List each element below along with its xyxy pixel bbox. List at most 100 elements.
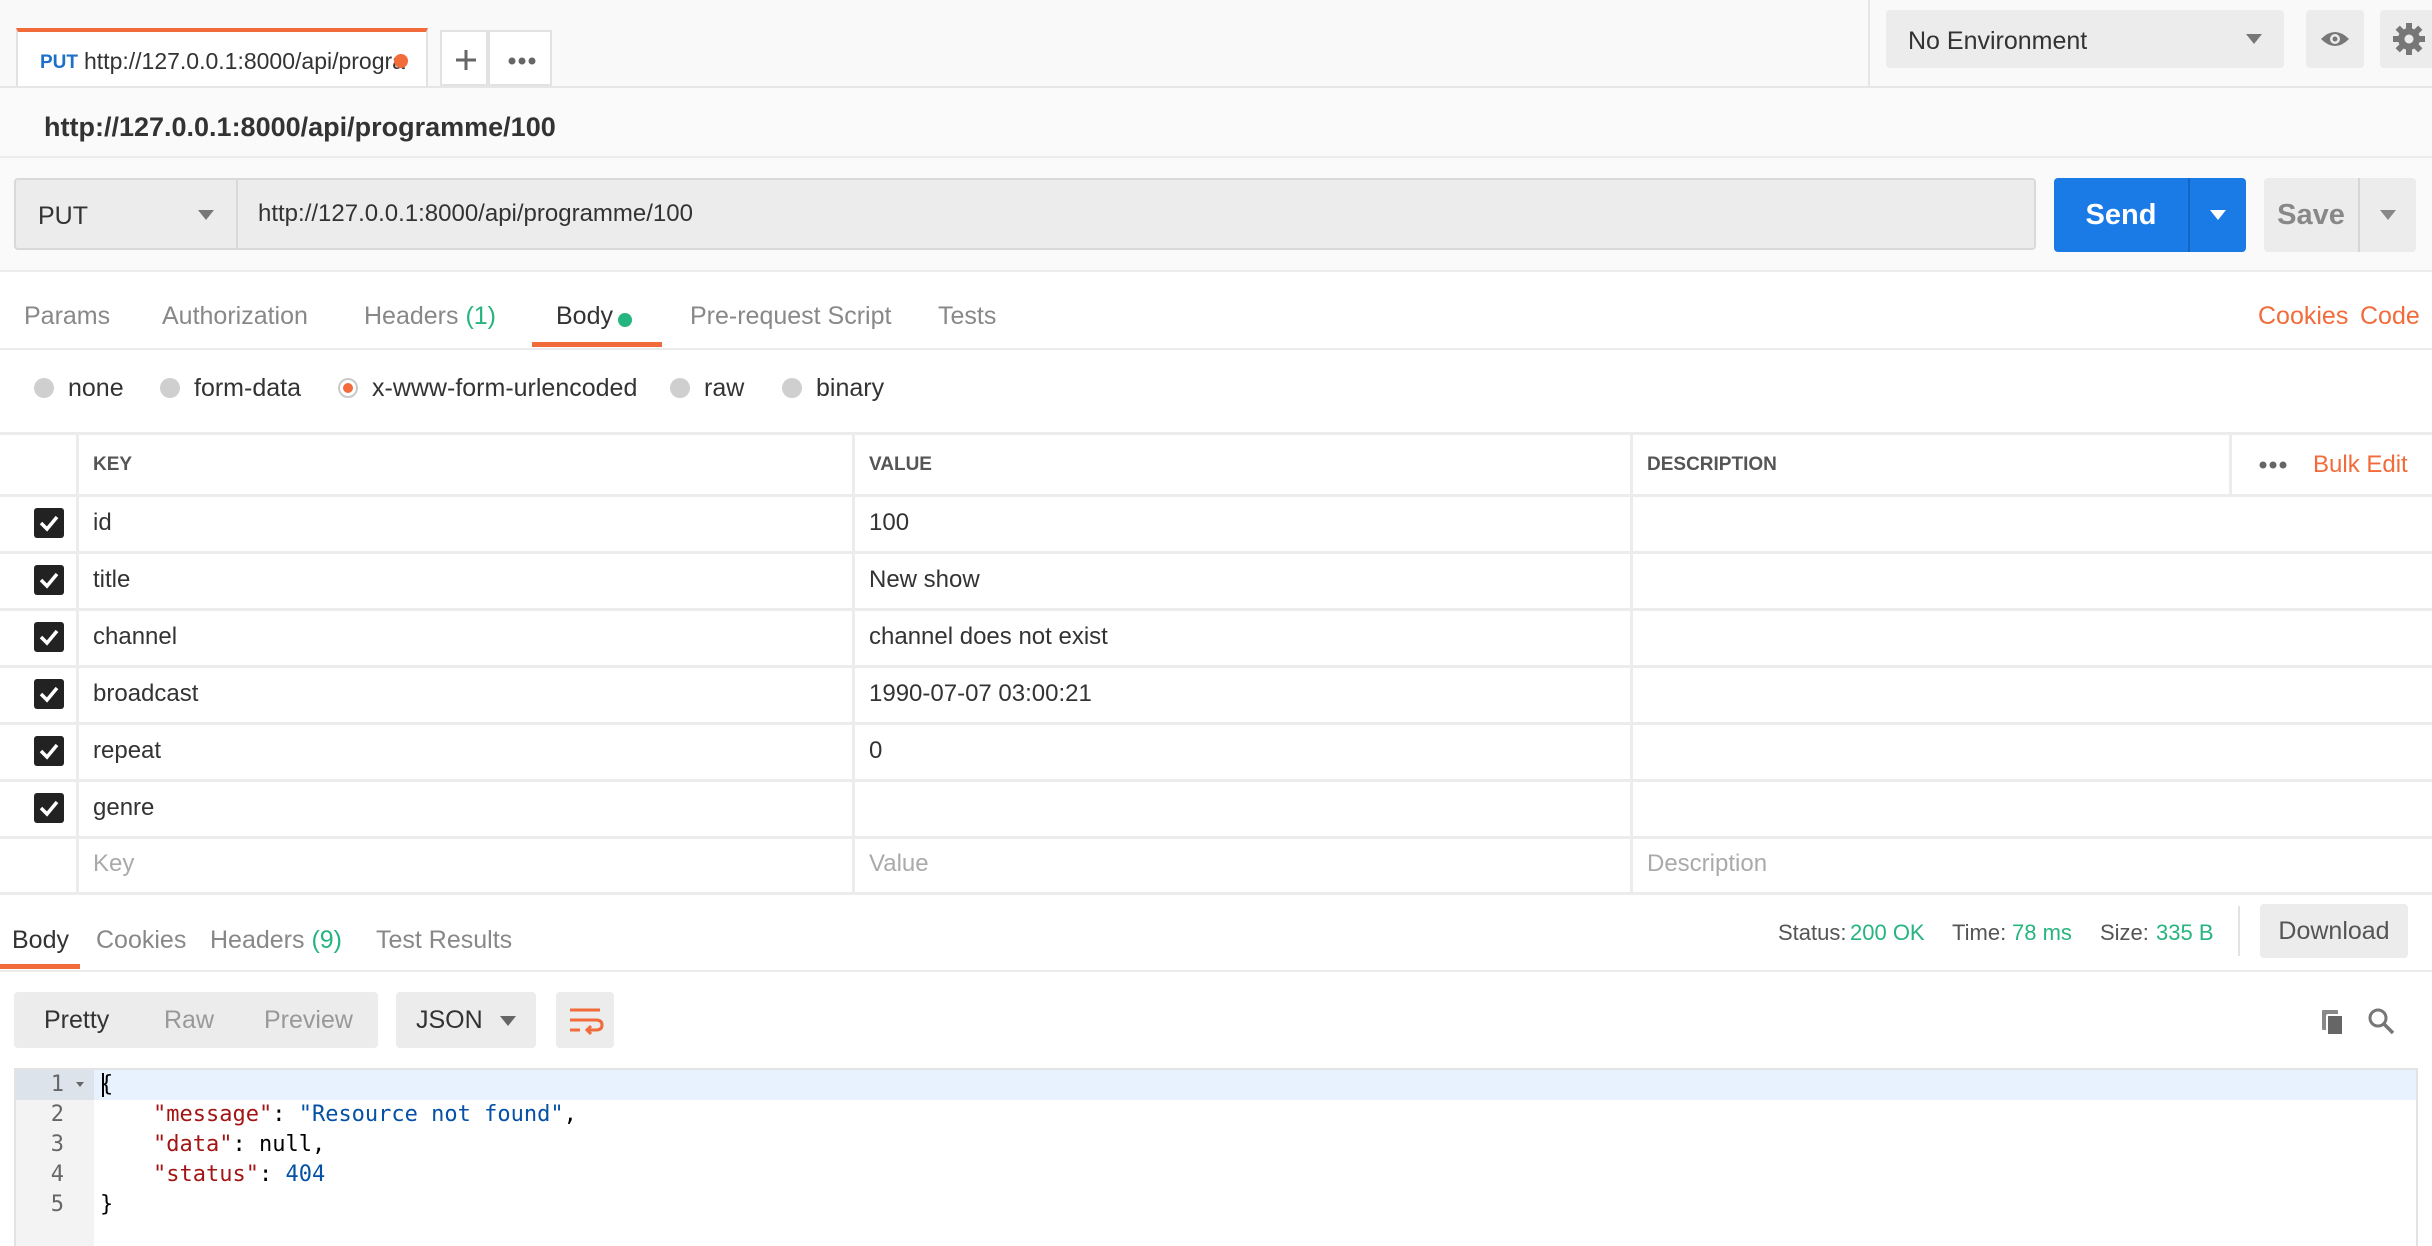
save-button[interactable]: Save: [2264, 178, 2358, 252]
format-pretty[interactable]: Pretty: [44, 1006, 109, 1035]
table-row: id 100: [0, 494, 2432, 554]
cookies-link[interactable]: Cookies: [2258, 302, 2348, 331]
send-options-button[interactable]: [2188, 178, 2246, 252]
row-value[interactable]: 1990-07-07 03:00:21: [852, 665, 1630, 722]
eye-icon: [2321, 32, 2349, 46]
radio-raw[interactable]: [670, 378, 690, 398]
json-key: "status": [152, 1162, 259, 1187]
new-value-input[interactable]: Value: [852, 836, 1630, 892]
response-tab-headers[interactable]: Headers (9): [210, 926, 342, 955]
more-tabs-button[interactable]: [488, 30, 552, 86]
request-tab[interactable]: PUT http://127.0.0.1:8000/api/progra: [16, 28, 428, 86]
chevron-down-icon: [2380, 210, 2396, 220]
checkbox-cell: [0, 551, 76, 608]
row-value[interactable]: 100: [852, 494, 1630, 551]
row-key[interactable]: channel: [76, 608, 852, 665]
row-key[interactable]: genre: [76, 779, 852, 836]
divider: [1868, 0, 1870, 86]
check-icon: [39, 800, 59, 817]
table-row: title New show: [0, 551, 2432, 611]
json-null: null: [258, 1132, 312, 1157]
new-tab-button[interactable]: [440, 30, 488, 86]
row-description[interactable]: [1630, 494, 2432, 551]
row-key[interactable]: id: [76, 494, 852, 551]
row-key[interactable]: title: [76, 551, 852, 608]
tab-headers[interactable]: Headers (1): [364, 302, 496, 331]
save-options-button[interactable]: [2358, 178, 2416, 252]
tab-params[interactable]: Params: [24, 302, 110, 331]
code-link[interactable]: Code: [2360, 302, 2420, 331]
checkbox-cell: [0, 494, 76, 551]
format-preview[interactable]: Preview: [264, 1006, 353, 1035]
row-key[interactable]: repeat: [76, 722, 852, 779]
radio-urlencoded[interactable]: [338, 378, 358, 398]
response-tab-cookies[interactable]: Cookies: [96, 926, 186, 955]
method-select[interactable]: PUT: [14, 178, 236, 250]
line-number: 3: [50, 1132, 64, 1157]
environment-label: No Environment: [1908, 27, 2088, 55]
format-raw[interactable]: Raw: [164, 1006, 214, 1035]
tab-body[interactable]: Body: [556, 302, 613, 331]
radio-none[interactable]: [34, 378, 54, 398]
chevron-down-icon: [2210, 210, 2226, 220]
tab-prerequest-script[interactable]: Pre-request Script: [690, 302, 891, 331]
copy-icon[interactable]: [2318, 1006, 2348, 1036]
check-icon: [39, 686, 59, 703]
row-description[interactable]: [1630, 779, 2432, 836]
json-string: "Resource not found": [298, 1102, 564, 1127]
environment-select[interactable]: No Environment: [1886, 10, 2284, 68]
time-label: Time:: [1952, 920, 2007, 945]
response-tab-test-results[interactable]: Test Results: [376, 926, 512, 955]
chevron-down-icon: [2246, 34, 2262, 44]
url-input[interactable]: [236, 178, 2036, 250]
more-icon[interactable]: [2253, 455, 2293, 475]
settings-button[interactable]: [2380, 10, 2432, 68]
tab-tests[interactable]: Tests: [938, 302, 996, 331]
active-tab-indicator: [0, 964, 80, 969]
wrap-lines-button[interactable]: [556, 992, 614, 1048]
new-key-input[interactable]: Key: [76, 836, 852, 892]
row-checkbox[interactable]: [34, 792, 64, 823]
code-line: {: [100, 1072, 113, 1097]
more-icon: [508, 57, 536, 65]
row-value[interactable]: New show: [852, 551, 1630, 608]
environment-quick-look-button[interactable]: [2306, 10, 2364, 68]
row-value[interactable]: 0: [852, 722, 1630, 779]
language-select[interactable]: JSON: [396, 992, 536, 1048]
send-button[interactable]: Send: [2054, 178, 2188, 252]
json-number: 404: [285, 1162, 326, 1187]
download-button[interactable]: Download: [2260, 904, 2408, 958]
row-checkbox[interactable]: [34, 678, 64, 709]
row-value[interactable]: channel does not exist: [852, 608, 1630, 665]
json-brace: {: [100, 1072, 114, 1097]
row-description[interactable]: [1630, 551, 2432, 608]
header-checkbox-cell: [0, 435, 76, 494]
bulk-edit-link[interactable]: Bulk Edit: [2313, 451, 2408, 479]
new-description-input[interactable]: Description: [1630, 836, 2432, 892]
row-checkbox[interactable]: [34, 735, 64, 766]
row-checkbox[interactable]: [34, 507, 64, 538]
table-row: repeat 0: [0, 722, 2432, 782]
radio-form-data[interactable]: [160, 378, 180, 398]
row-checkbox[interactable]: [34, 564, 64, 595]
row-description[interactable]: [1630, 608, 2432, 665]
checkbox-cell: [0, 722, 76, 779]
radio-urlencoded-label: x-www-form-urlencoded: [372, 374, 638, 402]
radio-binary[interactable]: [782, 378, 802, 398]
row-description[interactable]: [1630, 665, 2432, 722]
row-key[interactable]: broadcast: [76, 665, 852, 722]
row-description[interactable]: [1630, 722, 2432, 779]
fold-caret-icon[interactable]: [76, 1082, 84, 1087]
response-tab-body[interactable]: Body: [12, 926, 69, 955]
active-tab-indicator: [532, 342, 662, 347]
row-value[interactable]: [852, 779, 1630, 836]
search-icon[interactable]: [2366, 1006, 2396, 1036]
row-checkbox[interactable]: [34, 621, 64, 652]
wrap-icon: [570, 1008, 604, 1036]
tab-authorization[interactable]: Authorization: [162, 302, 308, 331]
code-line: "message": "Resource not found",: [152, 1102, 577, 1127]
line-number: 4: [50, 1162, 64, 1187]
language-label: JSON: [416, 1006, 483, 1034]
headers-count: (1): [465, 302, 497, 330]
table-row-new: Key Value Description: [0, 836, 2432, 895]
